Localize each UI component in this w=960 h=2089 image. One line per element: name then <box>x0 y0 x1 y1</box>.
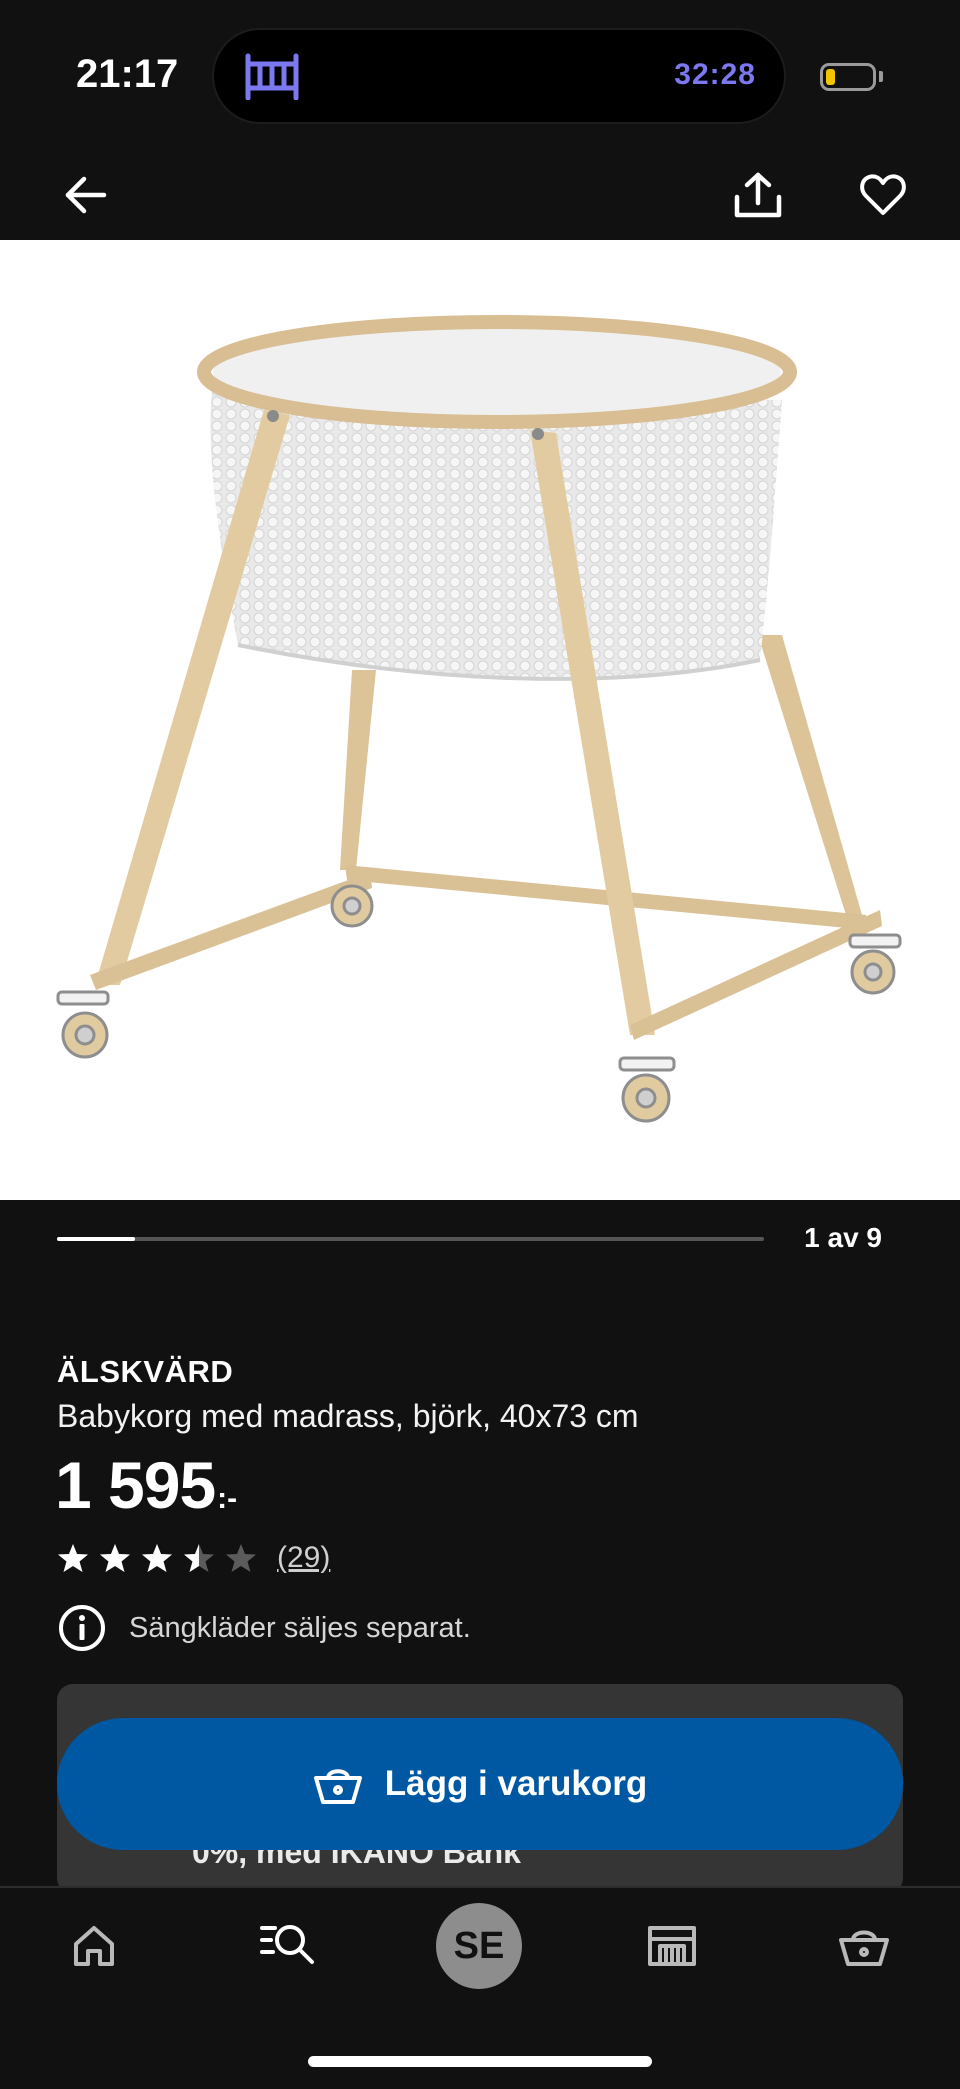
battery-nub <box>879 71 883 82</box>
rating-row[interactable]: (29) <box>57 1540 330 1576</box>
tab-country[interactable]: SE <box>436 1903 522 1989</box>
top-navigation <box>0 150 960 240</box>
info-notice: Sängkläder säljes separat. <box>57 1603 471 1653</box>
favorite-button[interactable] <box>853 165 913 225</box>
star-icon <box>226 1544 256 1572</box>
price-main: 1 595 <box>55 1448 216 1522</box>
product-price: 1 595 :- <box>55 1447 237 1523</box>
arrow-left-icon <box>65 176 107 214</box>
product-description: Babykorg med madrass, björk, 40x73 cm <box>57 1398 639 1434</box>
star-rating <box>57 1542 267 1574</box>
review-count-link[interactable]: (29) <box>277 1541 330 1575</box>
info-icon <box>59 1605 105 1651</box>
info-text: Sängkläder säljes separat. <box>129 1611 471 1644</box>
image-counter: 1 av 9 <box>804 1222 882 1253</box>
star-icon <box>100 1544 130 1572</box>
price-suffix: :- <box>217 1482 238 1515</box>
battery-level <box>826 69 835 85</box>
product-image[interactable] <box>0 240 960 1200</box>
store-icon <box>648 1926 696 1966</box>
activity-timer: 32:28 <box>674 58 756 91</box>
tab-search[interactable] <box>252 1908 324 1980</box>
basket-icon <box>313 1769 362 1804</box>
battery-icon <box>820 63 876 91</box>
back-button[interactable] <box>56 165 116 225</box>
tab-cart[interactable] <box>828 1910 900 1982</box>
gallery-progress-bar <box>57 1237 764 1241</box>
share-button[interactable] <box>728 165 788 225</box>
home-icon <box>74 1926 114 1966</box>
add-to-cart-label: Lägg i varukorg <box>384 1764 648 1803</box>
basket-icon <box>839 1930 889 1966</box>
crib-icon <box>245 53 299 100</box>
bassinet-illustration <box>56 315 902 1123</box>
add-to-cart-button[interactable]: Lägg i varukorg <box>57 1718 903 1850</box>
star-icon <box>142 1544 172 1572</box>
gallery-progress-fill <box>57 1237 136 1241</box>
tab-home[interactable] <box>58 1910 130 1982</box>
star-icon <box>184 1544 214 1572</box>
dynamic-island[interactable]: 32:28 <box>214 30 784 122</box>
status-time: 21:17 <box>76 52 179 96</box>
share-icon <box>734 172 782 218</box>
heart-icon <box>860 174 906 215</box>
product-name: ÄLSKVÄRD <box>57 1354 234 1389</box>
status-bar: 21:17 32:28 <box>0 0 960 150</box>
search-icon <box>260 1925 314 1964</box>
tab-store[interactable] <box>636 1910 708 1982</box>
star-icon <box>58 1544 88 1572</box>
home-indicator[interactable] <box>308 2056 652 2067</box>
